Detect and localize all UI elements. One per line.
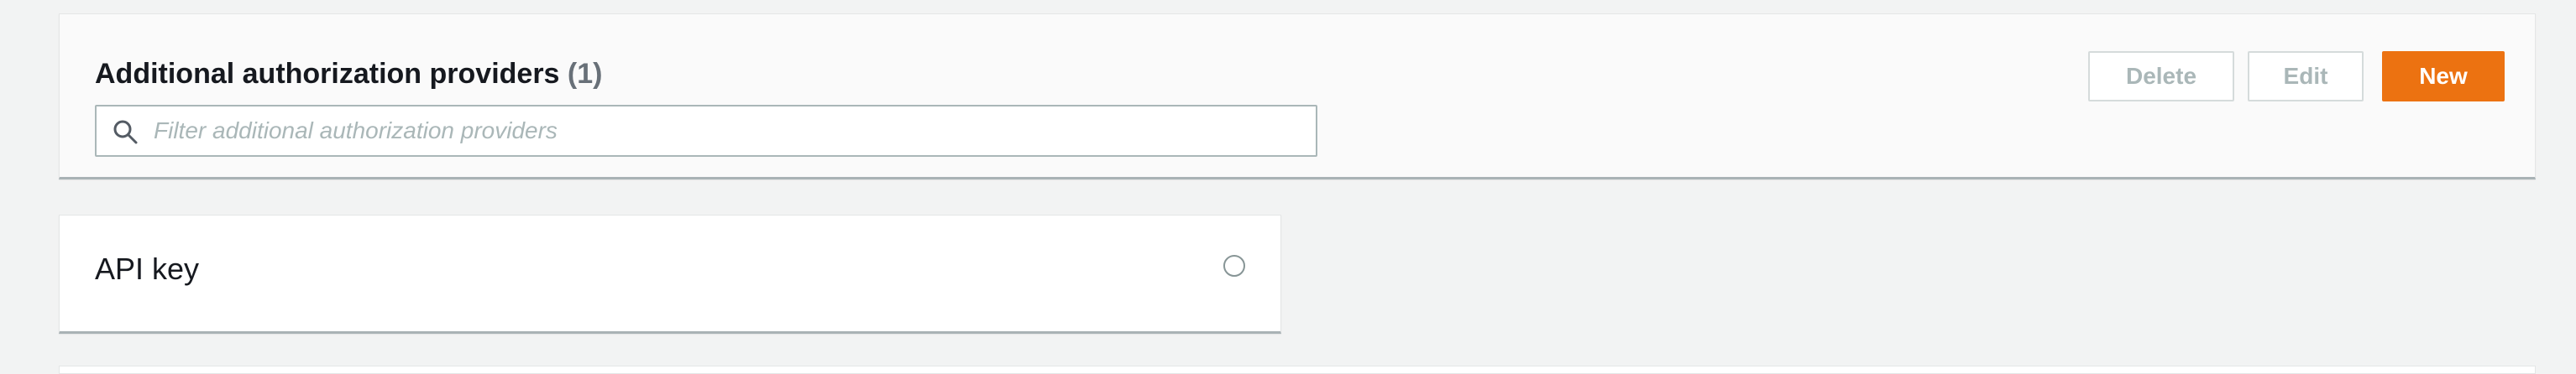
edit-button[interactable]: Edit: [2248, 51, 2364, 101]
delete-button[interactable]: Delete: [2088, 51, 2234, 101]
next-panel-edge: [59, 366, 2536, 374]
provider-card-api-key[interactable]: API key: [59, 215, 1281, 334]
search-icon: [113, 120, 138, 144]
new-button[interactable]: New: [2382, 51, 2505, 101]
provider-card-label: API key: [95, 252, 200, 286]
additional-authorization-providers-panel: Additional authorization providers (1) D…: [59, 13, 2536, 179]
filter-providers-input[interactable]: [154, 106, 1296, 155]
provider-select-radio[interactable]: [1223, 255, 1245, 277]
provider-count: (1): [567, 58, 603, 90]
filter-search-box[interactable]: [95, 105, 1317, 157]
panel-title: Additional authorization providers (1): [95, 60, 602, 88]
panel-title-text: Additional authorization providers: [95, 58, 560, 90]
